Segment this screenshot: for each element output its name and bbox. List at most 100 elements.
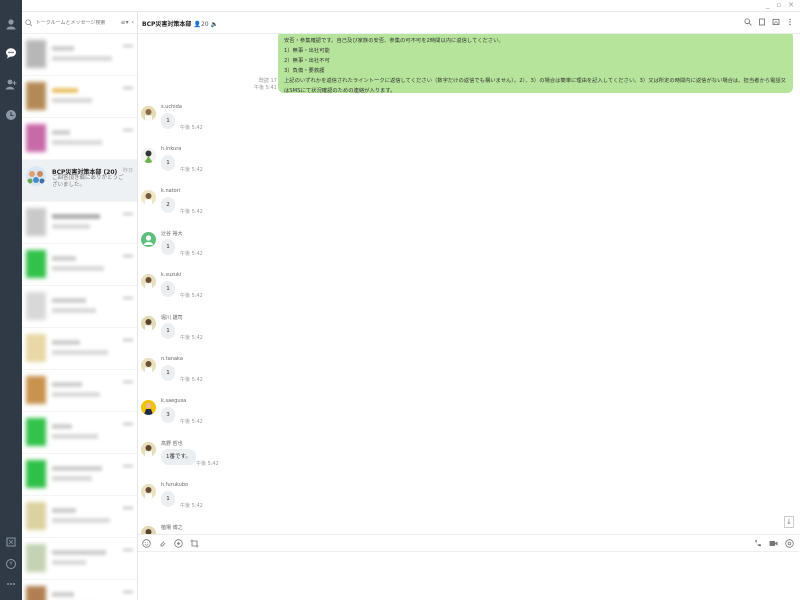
list-item[interactable]: [22, 580, 137, 600]
collapse-list-button[interactable]: ‹: [132, 19, 134, 26]
notes-icon[interactable]: [758, 18, 766, 26]
notification-icon[interactable]: [5, 558, 17, 570]
avatar[interactable]: [141, 148, 156, 163]
sender-name: h.inkura: [161, 146, 182, 152]
message-composer: [138, 552, 800, 600]
avatar[interactable]: [141, 106, 156, 121]
message-time: 午後 5:42: [180, 335, 203, 341]
attach-icon[interactable]: [158, 539, 167, 548]
message-time: 午後 5:42: [180, 167, 203, 173]
list-item[interactable]: [22, 538, 137, 580]
list-item[interactable]: [22, 34, 137, 76]
close-button[interactable]: ✕: [788, 1, 794, 9]
scroll-to-bottom-button[interactable]: ↓: [784, 516, 794, 528]
message-bubble[interactable]: 1: [161, 281, 175, 297]
message-bubble[interactable]: 1番です。: [161, 449, 196, 465]
list-item[interactable]: [22, 76, 137, 118]
sender-name: 植場 博之: [161, 525, 183, 531]
keep-icon[interactable]: [5, 536, 17, 548]
message-line: 上記のいずれかを返信されたライントークに返信してください（数字だけの返信でも構い…: [284, 78, 786, 94]
message-bubble[interactable]: 1: [161, 113, 175, 129]
chat-list: ≡▾ ‹ BCP災害対策本部 (20) ご回答頂き誠にありがとうございました。 …: [22, 12, 138, 600]
sender-name: 辻谷 裕大: [161, 231, 183, 237]
chats-icon[interactable]: [5, 47, 17, 59]
search-bar: ≡▾ ‹: [22, 12, 137, 34]
avatar[interactable]: [141, 358, 156, 373]
call-icon[interactable]: [753, 539, 762, 548]
message-time: 午後 5:41: [254, 85, 277, 91]
message-time: 午後 5:42: [180, 209, 203, 215]
list-item[interactable]: [22, 118, 137, 160]
minimize-button[interactable]: _: [766, 1, 770, 9]
message-bubble[interactable]: 1: [161, 155, 175, 171]
message-bubble[interactable]: 1: [161, 323, 175, 339]
message-bubble[interactable]: 1: [161, 365, 175, 381]
message-input[interactable]: [138, 552, 800, 600]
message-time: 午後 5:42: [180, 251, 203, 257]
message-time: 午後 5:42: [180, 293, 203, 299]
capture-icon[interactable]: [174, 539, 183, 548]
avatar[interactable]: [141, 484, 156, 499]
list-item[interactable]: [22, 244, 137, 286]
line-app: _ ▫ ✕ ≡▾ ‹: [0, 0, 800, 600]
timeline-icon[interactable]: [5, 109, 17, 121]
sort-menu-button[interactable]: ≡▾: [121, 19, 129, 26]
default-avatar-icon[interactable]: [141, 232, 156, 247]
chat-preview: ご回答頂き誠にありがとうございました。: [52, 175, 124, 188]
maximize-button[interactable]: ▫: [776, 1, 781, 9]
sender-name: n.tanaka: [161, 356, 183, 362]
composer-toolbar: [138, 534, 800, 552]
nav-rail: [0, 0, 22, 600]
message-time: 午後 5:42: [180, 377, 203, 383]
crop-icon[interactable]: [190, 539, 199, 548]
sender-name: k.saegusa: [161, 398, 187, 404]
message-bubble[interactable]: 1: [161, 491, 175, 507]
list-item[interactable]: [22, 370, 137, 412]
speaker-icon: 🔈: [210, 21, 219, 28]
member-count-value: 20: [200, 21, 209, 28]
avatar[interactable]: [141, 274, 156, 289]
message-area: 既読 17 午後 5:41 安否・参集確認です。自己及び家族の安否、参集の可不可…: [138, 34, 800, 534]
chat-header: BCP災害対策本部 👤20 🔈: [138, 12, 800, 34]
avatar[interactable]: [141, 316, 156, 331]
list-item[interactable]: [22, 202, 137, 244]
menu-icon[interactable]: [786, 18, 794, 26]
list-item[interactable]: [22, 412, 137, 454]
message-line: 1）無事・出社可能: [284, 48, 330, 54]
search-input[interactable]: [35, 19, 118, 26]
emoji-icon[interactable]: [142, 539, 151, 548]
avatar[interactable]: [141, 190, 156, 205]
list-item[interactable]: [22, 286, 137, 328]
message-line: 2）無事・出社不可: [284, 58, 330, 64]
avatar[interactable]: [141, 400, 156, 415]
message-bubble[interactable]: 3: [161, 407, 175, 423]
friends-icon[interactable]: [5, 18, 17, 30]
list-item[interactable]: [22, 454, 137, 496]
sender-name: h.furukubo: [161, 482, 189, 488]
more-icon[interactable]: [5, 578, 17, 590]
window-titlebar: _ ▫ ✕: [0, 0, 800, 12]
message-time: 午後 5:42: [180, 503, 203, 509]
chat-title-text: BCP災害対策本部: [142, 21, 192, 28]
chat-title: BCP災害対策本部 👤20 🔈: [142, 19, 218, 28]
message-time: 午後 5:42: [180, 125, 203, 131]
sender-name: 堀川 雄司: [161, 315, 183, 321]
member-count[interactable]: 👤20: [193, 21, 208, 28]
list-item[interactable]: [22, 328, 137, 370]
video-call-icon[interactable]: [769, 539, 778, 548]
message-time: 午後 5:42: [180, 419, 203, 425]
avatar[interactable]: [141, 526, 156, 534]
list-item-bcp[interactable]: BCP災害対策本部 (20) ご回答頂き誠にありがとうございました。 昨日: [22, 160, 137, 202]
message-bubble[interactable]: 2: [161, 197, 175, 213]
own-message-bubble[interactable]: 安否・参集確認です。自己及び家族の安否、参集の可不可を2時間以内に返信してくださ…: [278, 34, 793, 94]
search-icon: [25, 18, 33, 26]
sender-name: k.natori: [161, 188, 181, 194]
album-icon[interactable]: [772, 18, 780, 26]
message-bubble[interactable]: 1: [161, 239, 175, 255]
add-friend-icon[interactable]: [5, 78, 17, 90]
avatar[interactable]: [141, 442, 156, 457]
settings-icon[interactable]: [785, 539, 794, 548]
chat-time: 昨日: [122, 168, 133, 174]
search-icon[interactable]: [744, 18, 752, 26]
list-item[interactable]: [22, 496, 137, 538]
